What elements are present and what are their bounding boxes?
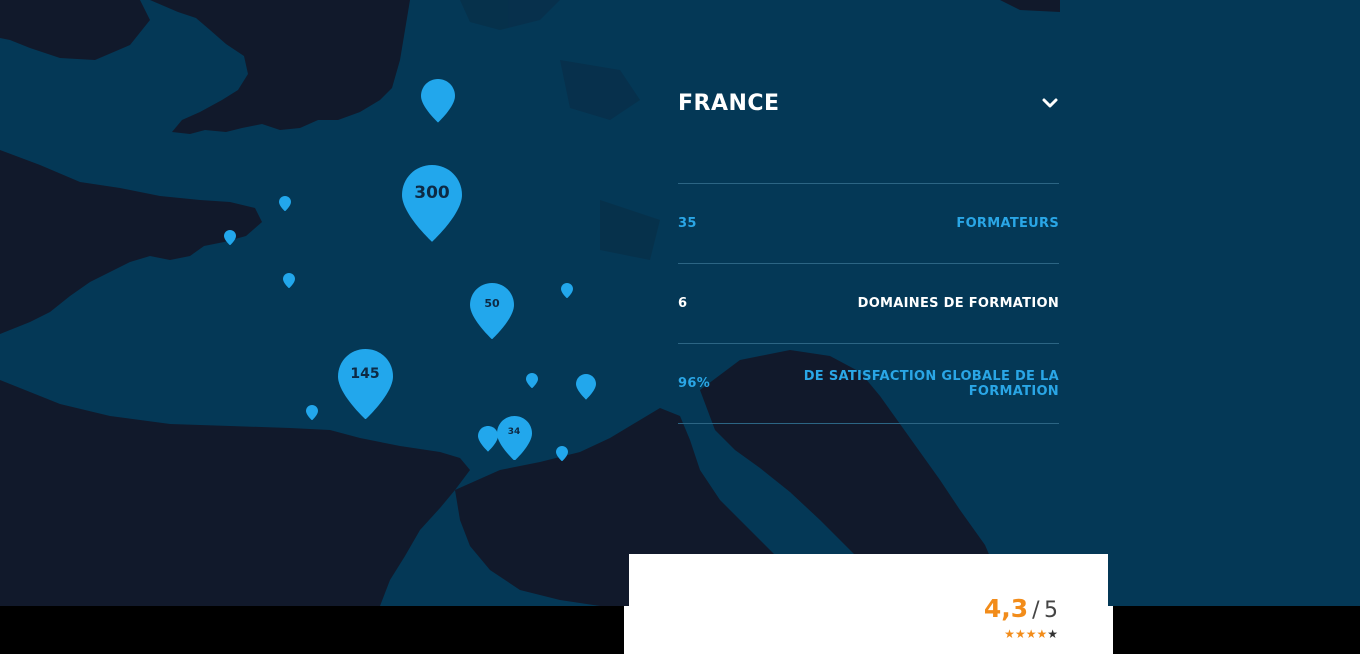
rating-max: 5 [1044, 598, 1058, 623]
map-marker-icon [283, 273, 295, 289]
map-marker-icon [478, 426, 498, 452]
star-empty-icon: ★ [1047, 627, 1058, 641]
pin-la-rochelle[interactable] [306, 405, 318, 421]
map-marker-icon [279, 196, 291, 212]
star-filled-icon: ★ [1014, 627, 1026, 641]
pin-toulon[interactable] [556, 446, 568, 462]
pin-valence[interactable] [576, 374, 596, 400]
stats-list: 35 FORMATEURS 6 DOMAINES DE FORMATION 96… [678, 183, 1059, 424]
pin-nantes[interactable] [283, 273, 295, 289]
page: 300 50 145 34 FRANCE 35 FORMATEURS 6 DOMAIN… [0, 0, 1360, 654]
stat-value: 35 [678, 216, 697, 231]
map-marker-icon [561, 283, 573, 299]
rating-separator: / [1032, 598, 1040, 623]
map-marker-icon [337, 348, 393, 419]
pin-geneva[interactable] [561, 283, 573, 299]
country-name: FRANCE [678, 90, 780, 116]
map-marker-icon [470, 283, 514, 340]
map-marker-icon [421, 79, 455, 123]
star-filled-icon: ★ [1025, 627, 1037, 641]
stat-label: FORMATEURS [956, 216, 1059, 231]
stat-trainers: 35 FORMATEURS [678, 184, 1059, 264]
rating-card: 4,3/ 5 ★★★★★ [629, 554, 1108, 654]
stat-value: 6 [678, 296, 688, 311]
pin-paris[interactable]: 300 [402, 165, 462, 242]
map-marker-icon [556, 446, 568, 462]
stat-label: DOMAINES DE FORMATION [857, 296, 1059, 311]
chevron-down-icon[interactable] [1041, 94, 1059, 112]
map-marker-icon [576, 374, 596, 400]
pin-rennes[interactable] [224, 230, 236, 246]
rating-score: 4,3/ 5 [984, 594, 1058, 623]
pin-grenoble[interactable] [526, 373, 538, 389]
country-selector[interactable]: FRANCE [678, 70, 1059, 136]
map-marker-icon [526, 373, 538, 389]
map-marker-icon [496, 415, 532, 461]
star-filled-icon: ★ [1004, 627, 1015, 641]
stat-value: 96% [678, 376, 711, 391]
pin-bordeaux[interactable]: 145 [337, 348, 393, 419]
pin-count: 145 [350, 366, 380, 383]
rating-stars: ★★★★★ [1004, 628, 1058, 640]
map-marker-icon [306, 405, 318, 421]
pin-montpellier[interactable]: 34 [496, 415, 532, 461]
rating-value: 4,3 [983, 594, 1029, 623]
map-marker-icon [402, 165, 462, 242]
pin-lille[interactable] [421, 79, 455, 123]
pin-nimes[interactable] [478, 426, 498, 452]
pin-count: 50 [484, 297, 500, 311]
pin-biarritz[interactable] [279, 196, 291, 212]
stat-satisfaction: 96% DE SATISFACTION GLOBALE DE LA FORMAT… [678, 344, 1059, 424]
stat-label: DE SATISFACTION GLOBALE DE LA FORMATION [803, 368, 1059, 399]
map-marker-icon [224, 230, 236, 246]
country-panel: FRANCE 35 FORMATEURS 6 DOMAINES DE FORMA… [678, 70, 1059, 424]
star-filled-icon: ★ [1036, 627, 1048, 641]
pin-count: 300 [414, 183, 450, 204]
pin-lyon[interactable]: 50 [470, 283, 514, 340]
stat-domains: 6 DOMAINES DE FORMATION [678, 264, 1059, 344]
pin-count: 34 [507, 426, 521, 437]
